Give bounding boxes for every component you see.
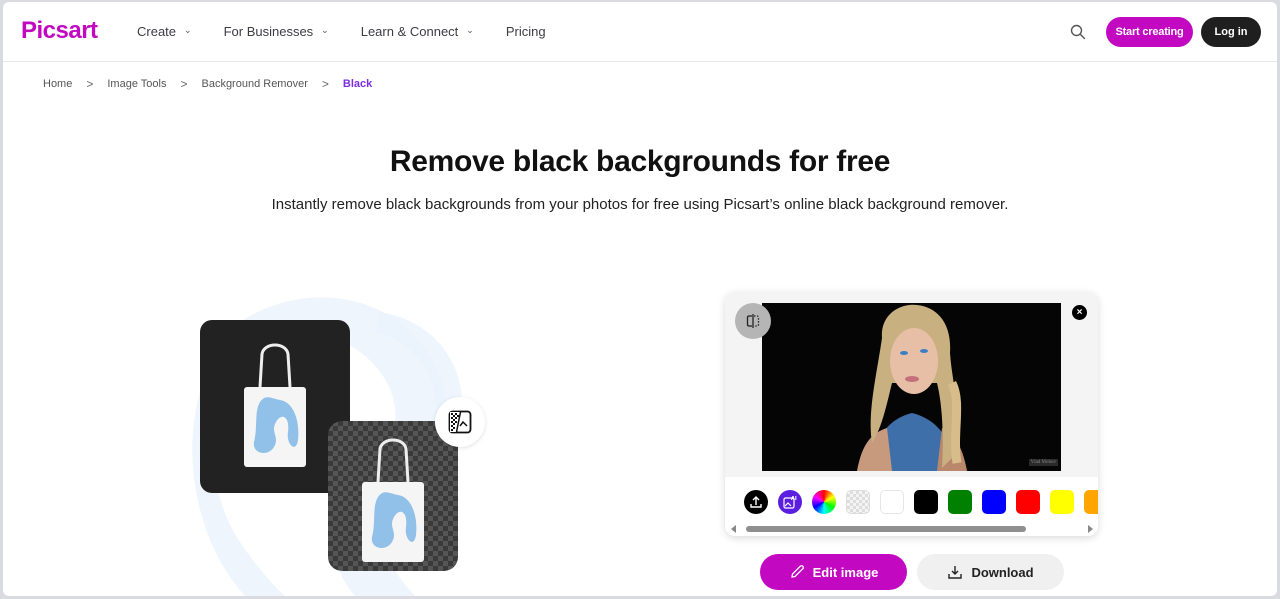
download-button[interactable]: Download <box>917 554 1064 590</box>
nav-label: Create <box>137 24 177 39</box>
nav-pricing[interactable]: Pricing <box>506 24 546 39</box>
ai-image-icon: AI <box>783 496 797 509</box>
page-subtitle: Instantly remove black backgrounds from … <box>271 196 1009 213</box>
chevron-right-icon: > <box>180 77 188 91</box>
svg-text:AI: AI <box>791 496 797 502</box>
photo-watermark: Vlad Mohov <box>1028 459 1058 466</box>
breadcrumb-image-tools[interactable]: Image Tools <box>107 78 166 90</box>
scroll-left-arrow[interactable] <box>731 525 736 533</box>
preview-photo: Vlad Mohov <box>762 303 1061 471</box>
nav-label: Learn & Connect <box>360 24 459 39</box>
page: Picsart Create ⌄ For Businesses ⌄ Learn … <box>3 2 1277 596</box>
portrait-photo <box>762 303 1061 471</box>
page-title: Remove black backgrounds for free <box>389 145 891 178</box>
scroll-right-arrow[interactable] <box>1088 525 1093 533</box>
swatch-red[interactable] <box>1016 490 1040 514</box>
feature-illustration <box>183 282 503 596</box>
edit-image-button[interactable]: Edit image <box>760 554 907 590</box>
main-nav: Create ⌄ For Businesses ⌄ Learn & Connec… <box>137 24 578 39</box>
chevron-right-icon: > <box>321 77 329 91</box>
download-icon <box>948 566 963 579</box>
background-palette: AI <box>725 477 1098 536</box>
swatch-green[interactable] <box>948 490 972 514</box>
breadcrumb-home[interactable]: Home <box>43 78 72 90</box>
compare-icon <box>746 314 760 328</box>
nav-learn-connect[interactable]: Learn & Connect ⌄ <box>361 24 474 39</box>
swatch-white[interactable] <box>880 490 904 514</box>
chevron-down-icon: ⌄ <box>184 25 192 35</box>
scrollbar-thumb[interactable] <box>746 526 1026 532</box>
tote-bag-image <box>244 343 306 467</box>
login-button[interactable]: Log in <box>1201 17 1261 47</box>
compare-button[interactable] <box>735 303 771 339</box>
breadcrumb: Home > Image Tools > Background Remover … <box>43 77 372 91</box>
after-image-card <box>328 421 458 571</box>
close-icon[interactable]: × <box>1072 305 1087 320</box>
chevron-down-icon: ⌄ <box>321 25 329 35</box>
nav-label: For Businesses <box>223 24 314 39</box>
tote-bag-image <box>362 438 424 562</box>
edit-image-label: Edit image <box>812 564 879 580</box>
download-label: Download <box>971 564 1034 580</box>
breadcrumb-black: Black <box>342 78 373 90</box>
start-creating-button[interactable]: Start creating <box>1106 17 1193 47</box>
picsart-logo[interactable]: Picsart <box>21 17 98 45</box>
editor-preview: Vlad Mohov × AI <box>725 292 1098 536</box>
nav-for-businesses[interactable]: For Businesses ⌄ <box>224 24 329 39</box>
background-remove-icon <box>448 410 472 434</box>
swatch-black[interactable] <box>914 490 938 514</box>
upload-background-button[interactable] <box>744 490 768 514</box>
pencil-icon <box>790 565 804 578</box>
nav-create[interactable]: Create ⌄ <box>137 24 192 39</box>
breadcrumb-background-remover[interactable]: Background Remover <box>201 78 307 90</box>
background-remover-badge <box>435 397 485 447</box>
ai-background-button[interactable]: AI <box>778 490 802 514</box>
nav-label: Pricing <box>505 24 546 39</box>
swatch-blue[interactable] <box>982 490 1006 514</box>
top-nav: Picsart Create ⌄ For Businesses ⌄ Learn … <box>3 2 1277 62</box>
chevron-down-icon: ⌄ <box>466 25 474 35</box>
swatch-list: AI <box>744 490 1098 514</box>
chevron-right-icon: > <box>86 77 94 91</box>
upload-icon <box>750 496 762 508</box>
color-picker-button[interactable] <box>812 490 836 514</box>
horizontal-scrollbar[interactable] <box>729 525 1095 533</box>
swatch-orange[interactable] <box>1084 490 1098 514</box>
swatch-yellow[interactable] <box>1050 490 1074 514</box>
swatch-transparent[interactable] <box>846 490 870 514</box>
search-icon[interactable] <box>1070 24 1086 40</box>
